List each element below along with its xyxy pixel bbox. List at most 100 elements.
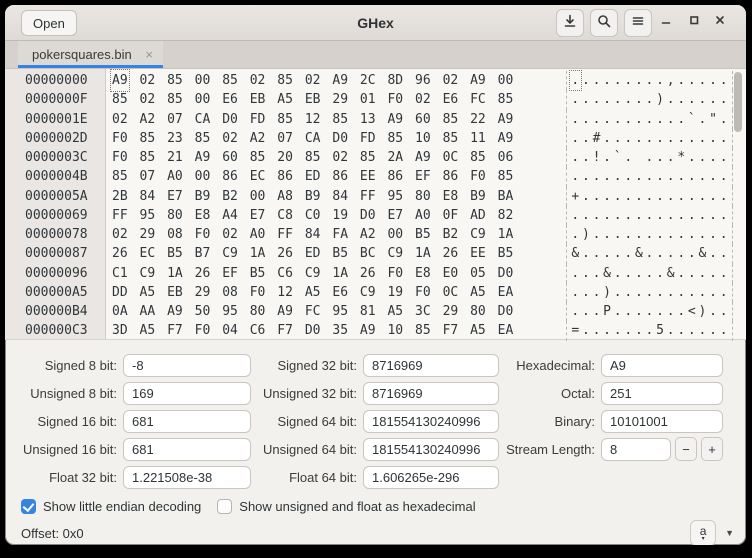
ascii-column[interactable]: ...&.....&..... [566, 264, 733, 283]
ascii-char[interactable]: . [570, 129, 581, 148]
ascii-char[interactable]: . [591, 321, 602, 340]
hex-byte[interactable]: 84 [305, 225, 321, 244]
ascii-char[interactable]: . [612, 244, 623, 263]
hex-byte[interactable]: 84 [332, 187, 348, 206]
ascii-char[interactable]: = [570, 321, 581, 340]
hex-byte[interactable]: E6 [443, 90, 459, 109]
main-menu-button[interactable] [624, 9, 652, 37]
ascii-char[interactable]: . [570, 264, 581, 283]
ascii-char[interactable]: . [697, 187, 708, 206]
ascii-char[interactable]: . [644, 206, 655, 225]
ascii-char[interactable]: . [581, 129, 592, 148]
ascii-char[interactable]: . [644, 302, 655, 321]
ascii-char[interactable]: . [665, 110, 676, 129]
ascii-char[interactable]: . [718, 71, 729, 90]
hex-byte[interactable]: 01 [360, 90, 376, 109]
hex-byte[interactable]: A9 [498, 129, 514, 148]
hex-byte[interactable]: 29 [195, 283, 211, 302]
hex-byte[interactable]: C0 [305, 206, 321, 225]
hex-byte[interactable]: B5 [498, 244, 514, 263]
ascii-char[interactable]: . [708, 321, 719, 340]
ascii-char[interactable]: . [644, 283, 655, 302]
hex-byte[interactable]: 22 [470, 110, 486, 129]
inspector-field-input[interactable] [363, 466, 499, 489]
hex-byte[interactable]: 10 [415, 129, 431, 148]
hex-byte[interactable]: B9 [195, 187, 211, 206]
inspector-field-input[interactable] [123, 354, 251, 377]
ascii-char[interactable]: . [623, 187, 634, 206]
hex-byte[interactable]: 23 [167, 129, 183, 148]
ascii-char[interactable]: . [581, 244, 592, 263]
hex-byte[interactable]: AD [470, 206, 486, 225]
ascii-char[interactable]: . [591, 71, 602, 90]
hex-byte[interactable]: 85 [415, 321, 431, 340]
ascii-char[interactable]: & [634, 244, 645, 263]
hex-byte[interactable]: 00 [195, 71, 211, 90]
hex-byte[interactable]: 08 [167, 225, 183, 244]
ascii-char[interactable]: . [708, 90, 719, 109]
ascii-char[interactable]: . [676, 90, 687, 109]
hex-byte[interactable]: F0 [112, 148, 128, 167]
save-button[interactable] [556, 9, 584, 37]
ascii-char[interactable]: . [708, 244, 719, 263]
ascii-char[interactable]: * [676, 148, 687, 167]
hex-byte[interactable]: 1A [498, 225, 514, 244]
ascii-char[interactable]: . [676, 321, 687, 340]
ascii-char[interactable]: . [644, 321, 655, 340]
ascii-char[interactable]: . [644, 148, 655, 167]
ascii-char[interactable]: # [591, 129, 602, 148]
ascii-char[interactable]: . [644, 187, 655, 206]
inspector-field-input[interactable] [601, 410, 723, 433]
ascii-char[interactable]: . [718, 187, 729, 206]
ascii-char[interactable]: & [602, 264, 613, 283]
ascii-char[interactable]: & [665, 264, 676, 283]
ascii-char[interactable]: . [644, 244, 655, 263]
ascii-char[interactable]: . [602, 321, 613, 340]
hex-byte[interactable]: CA [305, 129, 321, 148]
hex-byte[interactable]: 0A [112, 302, 128, 321]
ascii-char[interactable]: . [591, 167, 602, 186]
hex-byte[interactable]: 02 [112, 225, 128, 244]
ascii-char[interactable] [634, 148, 645, 167]
ascii-char[interactable]: . [697, 321, 708, 340]
ascii-char[interactable]: . [665, 187, 676, 206]
ascii-char[interactable]: . [570, 148, 581, 167]
hex-byte[interactable]: 13 [360, 110, 376, 129]
hex-byte[interactable]: F0 [387, 264, 403, 283]
hex-byte[interactable]: A9 [195, 148, 211, 167]
ascii-char[interactable]: . [612, 283, 623, 302]
hex-byte[interactable]: 19 [387, 283, 403, 302]
hex-byte[interactable]: 12 [305, 110, 321, 129]
ascii-char[interactable]: . [570, 225, 581, 244]
hex-byte[interactable]: F7 [167, 321, 183, 340]
hex-byte[interactable]: 85 [277, 71, 293, 90]
hex-byte[interactable]: ED [305, 167, 321, 186]
ascii-char[interactable]: . [581, 71, 592, 90]
hex-byte[interactable]: A0 [167, 167, 183, 186]
ascii-char[interactable]: . [581, 187, 592, 206]
hex-byte[interactable]: B9 [305, 187, 321, 206]
ascii-char[interactable]: . [708, 129, 719, 148]
inspector-field-input[interactable] [363, 354, 499, 377]
ascii-char[interactable]: . [655, 71, 666, 90]
hex-bytes[interactable]: A902850085028502A92C8D9602A900 [112, 71, 525, 90]
hex-byte[interactable]: 96 [415, 71, 431, 90]
ascii-char[interactable]: ! [591, 148, 602, 167]
ascii-char[interactable]: . [612, 321, 623, 340]
hex-byte[interactable]: E7 [387, 206, 403, 225]
ascii-char[interactable]: . [718, 244, 729, 263]
ascii-char[interactable]: . [602, 148, 613, 167]
hex-byte[interactable]: A5 [305, 283, 321, 302]
ascii-char[interactable]: . [718, 110, 729, 129]
hex-byte[interactable]: E7 [167, 187, 183, 206]
ascii-char[interactable]: . [570, 206, 581, 225]
search-button[interactable] [590, 9, 618, 37]
ascii-char[interactable]: . [623, 167, 634, 186]
hex-byte[interactable]: F7 [277, 321, 293, 340]
ascii-char[interactable]: . [697, 148, 708, 167]
ascii-column[interactable]: =.......5...... [566, 321, 733, 340]
hex-byte[interactable]: 85 [332, 110, 348, 129]
hex-byte[interactable]: 02 [222, 225, 238, 244]
hex-byte[interactable]: C9 [140, 264, 156, 283]
inspector-field-input[interactable] [123, 382, 251, 405]
